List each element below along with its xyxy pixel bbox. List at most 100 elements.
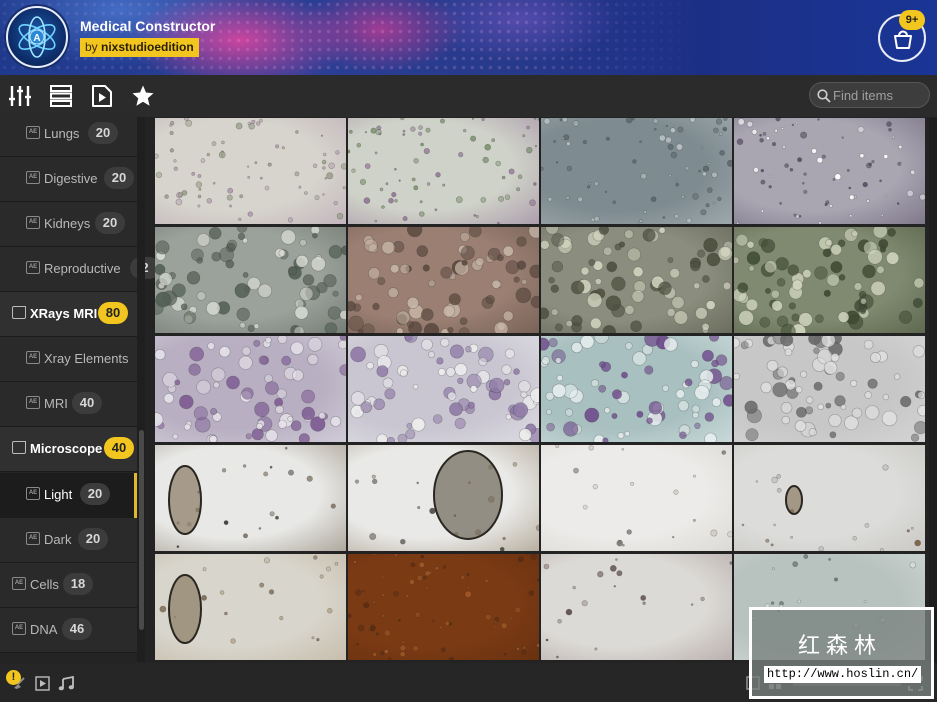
sidebar-item[interactable]: XRays MRI 80 <box>0 292 137 337</box>
thumbnail-image <box>734 336 925 442</box>
thumbnail-image <box>354 450 539 551</box>
sidebar-item[interactable]: AE MRI 40 <box>0 382 137 427</box>
sidebar-item[interactable]: AE Lungs 20 <box>0 112 137 157</box>
sidebar-scroll-thumb[interactable] <box>139 430 144 630</box>
sidebar-item[interactable]: AE Digestive 20 <box>0 157 137 202</box>
microscope-thumb-9[interactable] <box>155 336 346 442</box>
sidebar-item-label: Light <box>44 487 73 502</box>
sidebar-item-label: DNA <box>30 622 58 637</box>
sidebar-item-count: 18 <box>63 573 93 595</box>
sidebar-item-label: Xray Elements <box>44 351 129 366</box>
microscope-thumb-16[interactable] <box>734 445 925 551</box>
file-icon: AE <box>26 171 40 184</box>
thumbnail-image <box>155 336 346 442</box>
file-icon: AE <box>12 622 26 635</box>
sidebar-item[interactable]: AEReproductive2 <box>0 247 160 292</box>
sidebar-item[interactable]: AE Xray Elements <box>0 337 137 382</box>
sidebar-item-label: MRI <box>44 396 68 411</box>
sidebar-item-label: Kidneys <box>44 216 91 231</box>
sidebar-item-label: Dark <box>44 532 72 547</box>
play-document-icon[interactable] <box>90 84 114 108</box>
sidebar-item-count: 20 <box>88 122 118 144</box>
thumbnail-image <box>734 227 925 333</box>
microscope-thumb-17[interactable] <box>155 554 346 660</box>
microscope-thumb-15[interactable] <box>541 445 732 551</box>
watermark-url: http://www.hoslin.cn/ <box>764 666 922 683</box>
microscope-thumb-7[interactable] <box>541 227 732 333</box>
sidebar-item[interactable]: AE Light 20 <box>0 473 137 518</box>
sidebar-item-count: 20 <box>104 167 134 189</box>
sidebar-item-label: XRays MRI <box>30 306 98 321</box>
file-icon: AE <box>12 577 26 590</box>
microscope-thumb-3[interactable] <box>541 118 732 224</box>
file-icon: AE <box>26 261 40 274</box>
thumbnail-image <box>348 554 539 660</box>
file-icon: AE <box>26 532 40 545</box>
microscope-thumb-11[interactable] <box>541 336 732 442</box>
cart-icon <box>894 30 912 49</box>
app-author-badge[interactable]: by nixstudioedition <box>80 38 199 57</box>
thumbnail-image <box>168 446 336 549</box>
search-input[interactable]: Find items <box>809 82 930 108</box>
sidebar-item-label: Digestive <box>44 171 98 186</box>
microscope-thumb-8[interactable] <box>734 227 925 333</box>
sidebar-item-count: 40 <box>72 392 102 414</box>
search-icon <box>817 89 831 103</box>
sidebar-item[interactable]: AE Kidneys 20 <box>0 202 137 247</box>
list-view-icon[interactable] <box>49 84 73 108</box>
file-icon: AE <box>26 487 40 500</box>
thumbnail-image <box>159 555 339 644</box>
sidebar-item-count: 20 <box>78 528 108 550</box>
sidebar-item-label: Reproductive <box>44 261 121 276</box>
file-icon: AE <box>26 351 40 364</box>
thumbnail-image <box>155 227 346 333</box>
thumbnail-image <box>736 118 925 224</box>
microscope-thumb-5[interactable] <box>155 227 346 333</box>
sidebar-item-label: Microscope <box>30 441 103 456</box>
microscope-thumb-14[interactable] <box>348 445 539 551</box>
thumbnail-image <box>741 464 921 551</box>
search-placeholder: Find items <box>833 88 893 103</box>
cart-count-badge: 9+ <box>899 10 925 30</box>
microscope-thumb-10[interactable] <box>348 336 539 442</box>
thumbnail-image <box>541 336 732 442</box>
thumbnail-image <box>155 118 346 223</box>
thumbnail-image <box>541 118 732 224</box>
sidebar-item-count: 46 <box>62 618 92 640</box>
sidebar-item-count: 40 <box>104 437 134 459</box>
music-icon[interactable] <box>58 675 74 696</box>
sliders-icon[interactable] <box>8 84 32 108</box>
atom-icon: A <box>18 16 56 58</box>
thumbnail-image <box>350 336 539 442</box>
sidebar-item[interactable]: Microscope 40 <box>0 427 137 472</box>
play-icon[interactable] <box>35 676 50 696</box>
microscope-thumb-2[interactable] <box>348 118 539 224</box>
thumbnail-image <box>348 227 539 333</box>
thumbnail-image <box>348 118 539 224</box>
star-icon[interactable] <box>131 84 155 108</box>
app-title: Medical Constructor <box>80 18 216 34</box>
svg-text:A: A <box>33 33 40 44</box>
sidebar-item[interactable]: AE Cells 18 <box>0 563 137 608</box>
microscope-thumb-6[interactable] <box>348 227 539 333</box>
file-icon: AE <box>26 126 40 139</box>
author-prefix: by <box>85 40 102 54</box>
microscope-thumb-1[interactable] <box>155 118 346 224</box>
watermark: 红森林 http://www.hoslin.cn/ <box>749 607 934 699</box>
file-icon: AE <box>26 216 40 229</box>
microscope-thumb-18[interactable] <box>348 554 539 660</box>
warning-badge[interactable]: ! <box>6 670 21 685</box>
folder-icon <box>12 441 26 454</box>
sidebar-item[interactable]: AE Dark 20 <box>0 518 137 563</box>
sidebar-item-count: 80 <box>98 302 128 324</box>
microscope-thumb-12[interactable] <box>734 336 925 442</box>
microscope-thumb-4[interactable] <box>734 118 925 224</box>
sidebar-item-count: 20 <box>95 212 125 234</box>
grid-scrollbar[interactable] <box>929 118 937 663</box>
app-logo[interactable]: A <box>6 6 68 68</box>
image-grid <box>155 118 926 663</box>
sidebar-item[interactable]: AE DNA 46 <box>0 608 137 653</box>
microscope-thumb-13[interactable] <box>155 445 346 551</box>
microscope-thumb-19[interactable] <box>541 554 732 660</box>
sidebar-item-count: 20 <box>80 483 110 505</box>
